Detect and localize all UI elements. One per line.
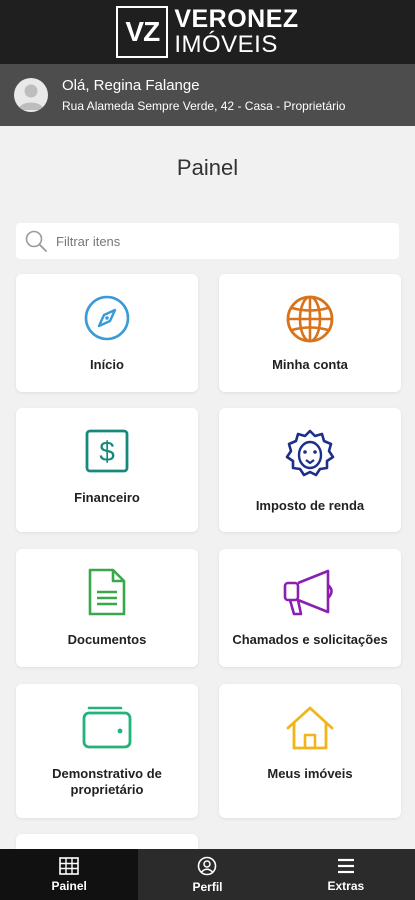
avatar[interactable] (14, 78, 48, 112)
card-inicio[interactable]: Início (16, 274, 198, 392)
search-icon (25, 230, 47, 252)
card-label: Início (90, 357, 124, 372)
grid-icon (59, 856, 79, 875)
card-label: Imposto de renda (255, 498, 365, 513)
megaphone-icon (283, 569, 333, 616)
svg-text:$: $ (99, 436, 115, 467)
lion-icon (285, 429, 335, 477)
card-imposto-de-renda[interactable]: Imposto de renda (219, 408, 401, 532)
card-demonstrativo[interactable]: Demonstrativo de proprietário (16, 684, 198, 818)
nav-label: Perfil (192, 879, 223, 894)
user-address: Rua Alameda Sempre Verde, 42 - Casa - Pr… (62, 99, 346, 113)
logo-line1: VERONEZ (174, 5, 299, 33)
page-title: Painel (176, 155, 239, 180)
user-bar: Olá, Regina Falange Rua Alameda Sempre V… (0, 64, 415, 126)
card-minha-conta[interactable]: Minha conta (219, 274, 401, 392)
nav-extras[interactable]: Extras (277, 849, 415, 900)
nav-label: Extras (327, 878, 365, 893)
bottom-nav: Painel Perfil Extras (0, 849, 415, 900)
wallet-icon (82, 706, 132, 749)
search-box (16, 223, 399, 259)
app-header: VZ VERONEZ IMÓVEIS (0, 0, 415, 64)
card-documentos[interactable]: Documentos (16, 549, 198, 667)
card-label: Meus imóveis (267, 766, 353, 781)
card-label: Documentos (67, 632, 147, 647)
compass-icon (84, 295, 130, 341)
logo-mark: VZ (116, 6, 169, 58)
nav-painel[interactable]: Painel (0, 849, 139, 900)
card-chamados[interactable]: Chamados e solicitações (219, 549, 401, 667)
document-icon (88, 568, 126, 616)
logo-line2: IMÓVEIS (174, 31, 278, 58)
card-financeiro[interactable]: $ Financeiro (16, 408, 198, 532)
dollar-icon: $ (85, 429, 129, 473)
user-circle-icon (198, 856, 217, 875)
nav-label: Painel (51, 878, 87, 893)
user-silhouette-icon (18, 84, 44, 110)
user-greeting: Olá, Regina Falange (62, 77, 200, 94)
card-label: Demonstrativo de proprietário (52, 766, 162, 797)
nav-perfil[interactable]: Perfil (138, 849, 276, 900)
house-icon (286, 706, 334, 750)
globe-icon (286, 295, 334, 343)
card-label: Minha conta (272, 357, 348, 372)
menu-icon (337, 858, 354, 873)
card-meus-imoveis[interactable]: Meus imóveis (219, 684, 401, 818)
card-label: Financeiro (74, 490, 140, 505)
brand-logo: VZ VERONEZ IMÓVEIS (116, 6, 298, 58)
card-label: Chamados e solicitações (232, 632, 388, 647)
search-input[interactable] (56, 233, 376, 249)
